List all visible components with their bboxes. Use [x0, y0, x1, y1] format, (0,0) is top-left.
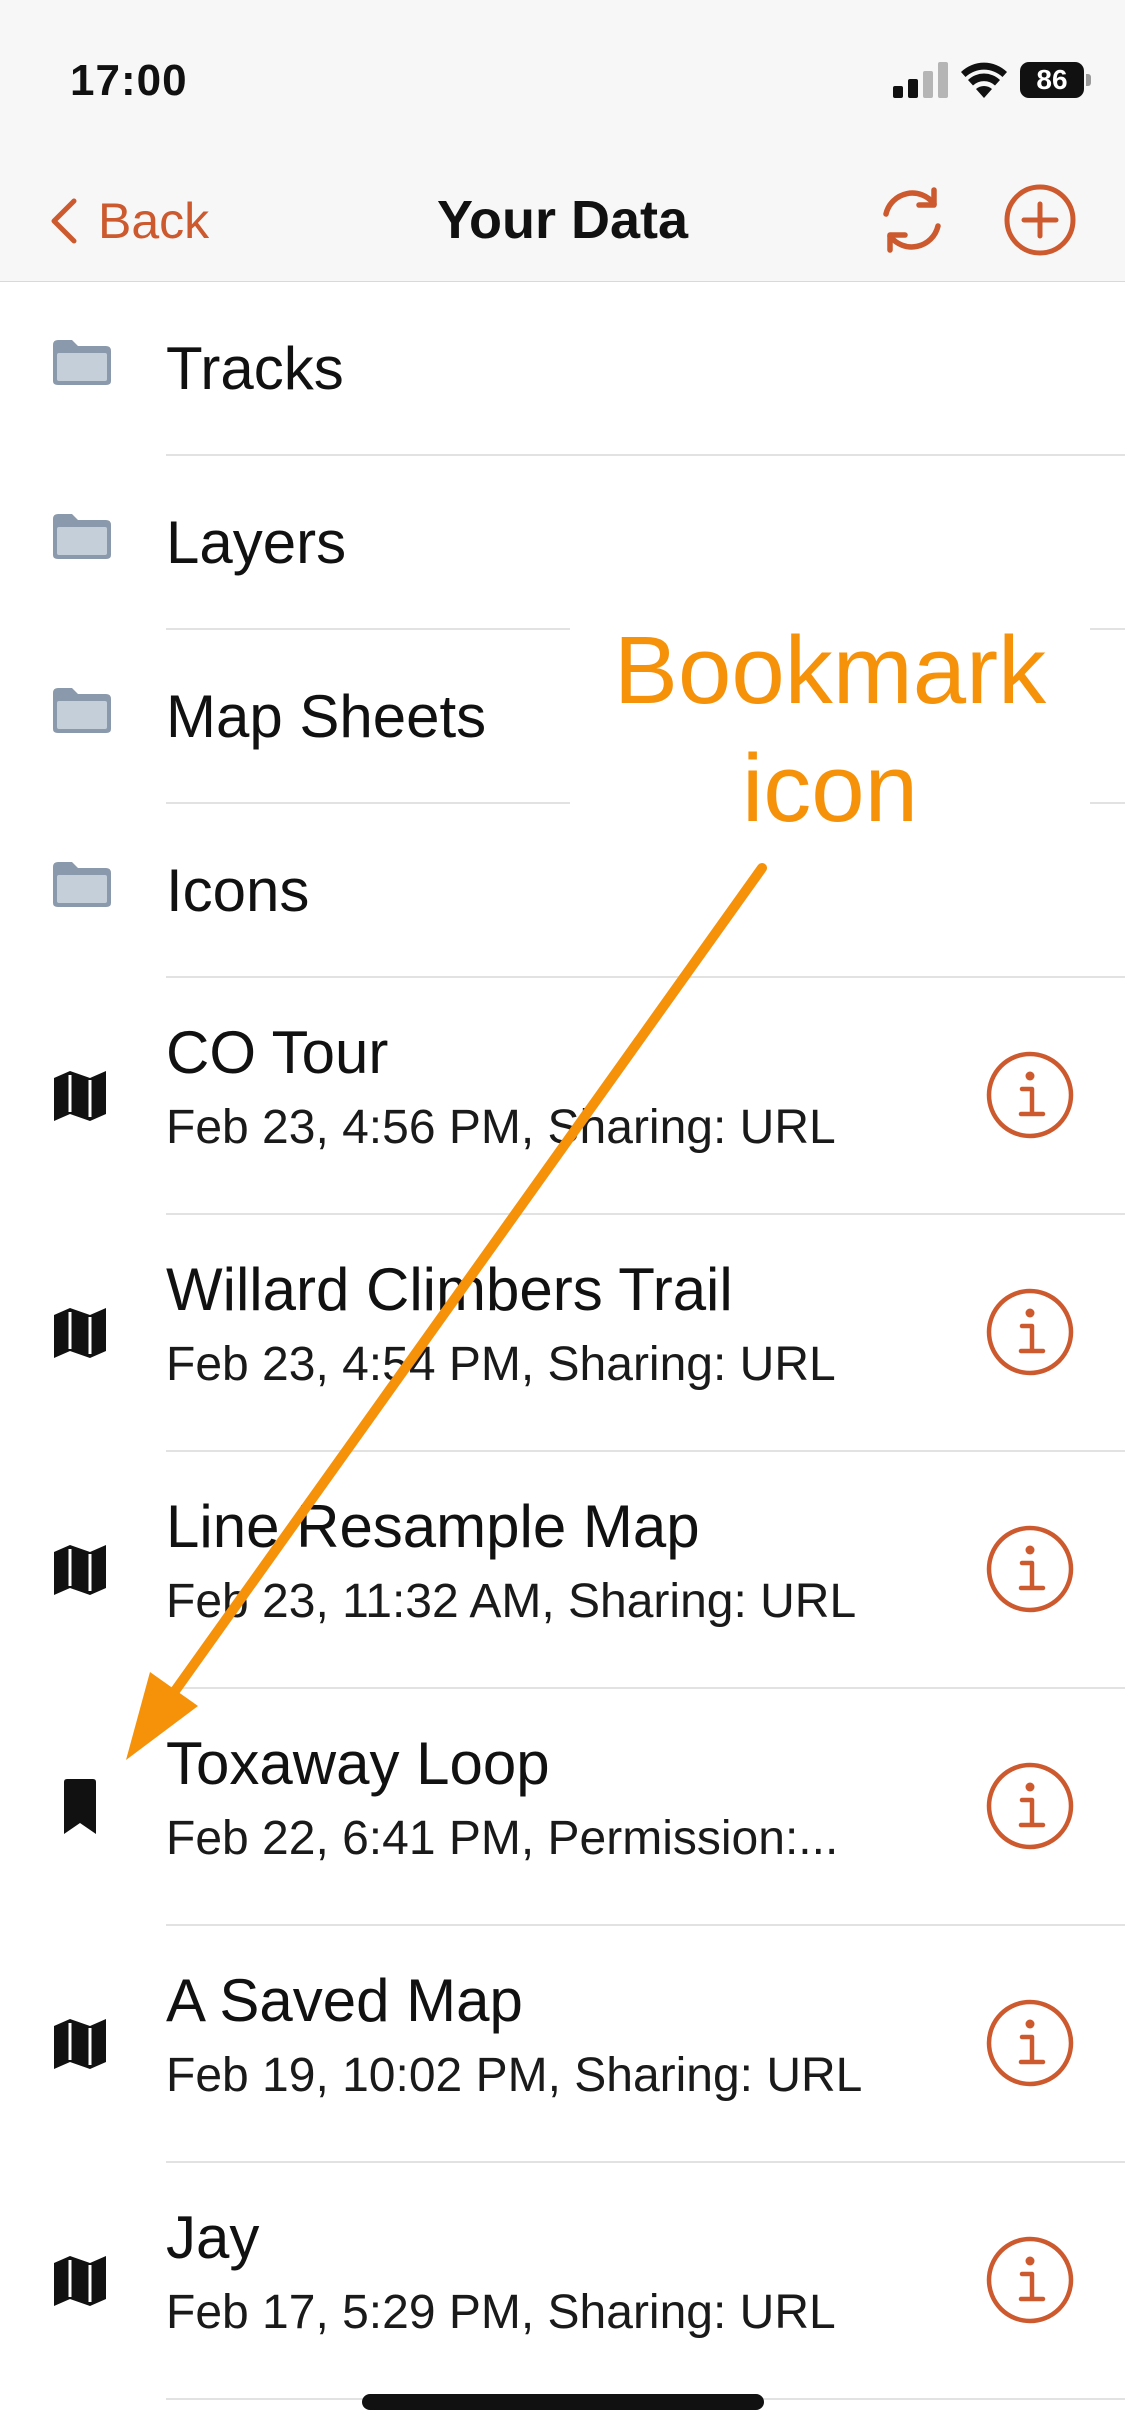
folder-label: Map Sheets: [166, 683, 487, 750]
status-time: 17:00: [70, 56, 188, 105]
info-button[interactable]: [985, 1998, 1075, 2088]
list-item[interactable]: Jay Feb 17, 5:29 PM, Sharing: URL: [0, 2163, 1125, 2400]
navigation-bar: Back Your Data: [0, 160, 1125, 282]
back-label: Back: [98, 193, 210, 249]
item-title: Jay: [166, 2204, 260, 2271]
home-indicator[interactable]: [362, 2394, 764, 2410]
info-button[interactable]: [985, 1287, 1075, 1377]
folder-label: Icons: [166, 857, 310, 924]
data-list: Tracks Layers Map Sheets Icons CO Tour F…: [0, 282, 1125, 2400]
sync-button[interactable]: [872, 180, 952, 260]
folder-label: Layers: [166, 509, 347, 576]
back-button[interactable]: Back: [48, 186, 209, 256]
list-item[interactable]: A Saved Map Feb 19, 10:02 PM, Sharing: U…: [0, 1926, 1125, 2163]
folder-row-layers[interactable]: Layers: [0, 456, 1125, 630]
item-subtitle: Feb 23, 11:32 AM, Sharing: URL: [166, 1575, 857, 1628]
item-subtitle: Feb 23, 4:56 PM, Sharing: URL: [166, 1101, 836, 1154]
annotation-line-1: Bookmark: [613, 617, 1047, 724]
cellular-signal-icon: [893, 62, 949, 98]
battery-icon: 86: [1020, 60, 1092, 100]
item-title: Willard Climbers Trail: [166, 1256, 733, 1323]
folder-label: Tracks: [166, 335, 344, 402]
plus-circle-icon: [1004, 184, 1076, 256]
list-item[interactable]: CO Tour Feb 23, 4:56 PM, Sharing: URL: [0, 978, 1125, 1215]
item-title: A Saved Map: [166, 1967, 523, 2034]
folder-row-tracks[interactable]: Tracks: [0, 282, 1125, 456]
folder-icon: [53, 340, 111, 385]
item-title: Toxaway Loop: [166, 1730, 550, 1797]
battery-level: 86: [1020, 62, 1084, 98]
status-bar: 17:00 86: [0, 0, 1125, 160]
map-icon: [54, 2019, 106, 2069]
info-button[interactable]: [985, 1761, 1075, 1851]
map-icon: [54, 1071, 106, 1121]
sync-icon: [883, 187, 941, 253]
annotation-label: Bookmark icon: [570, 612, 1090, 848]
bookmark-icon: [64, 1779, 96, 1834]
list-item[interactable]: Line Resample Map Feb 23, 11:32 AM, Shar…: [0, 1452, 1125, 1689]
folder-icon: [53, 862, 111, 907]
chevron-left-icon: [51, 198, 77, 244]
annotation-line-2: icon: [741, 735, 919, 842]
map-icon: [54, 1545, 106, 1595]
map-icon: [54, 1308, 106, 1358]
item-subtitle: Feb 17, 5:29 PM, Sharing: URL: [166, 2286, 836, 2339]
list-item[interactable]: Toxaway Loop Feb 22, 6:41 PM, Permission…: [0, 1689, 1125, 1926]
info-button[interactable]: [985, 1050, 1075, 1140]
folder-icon: [53, 688, 111, 733]
item-title: CO Tour: [166, 1019, 389, 1086]
info-button[interactable]: [985, 1524, 1075, 1614]
folder-icon: [53, 514, 111, 559]
list-item[interactable]: Willard Climbers Trail Feb 23, 4:54 PM, …: [0, 1215, 1125, 1452]
item-subtitle: Feb 19, 10:02 PM, Sharing: URL: [166, 2049, 863, 2102]
item-title: Line Resample Map: [166, 1493, 700, 1560]
item-subtitle: Feb 22, 6:41 PM, Permission:...: [166, 1812, 839, 1865]
item-subtitle: Feb 23, 4:54 PM, Sharing: URL: [166, 1338, 836, 1391]
add-button[interactable]: [1000, 180, 1080, 260]
info-button[interactable]: [985, 2235, 1075, 2325]
map-icon: [54, 2256, 106, 2306]
wifi-icon: [961, 62, 1007, 98]
